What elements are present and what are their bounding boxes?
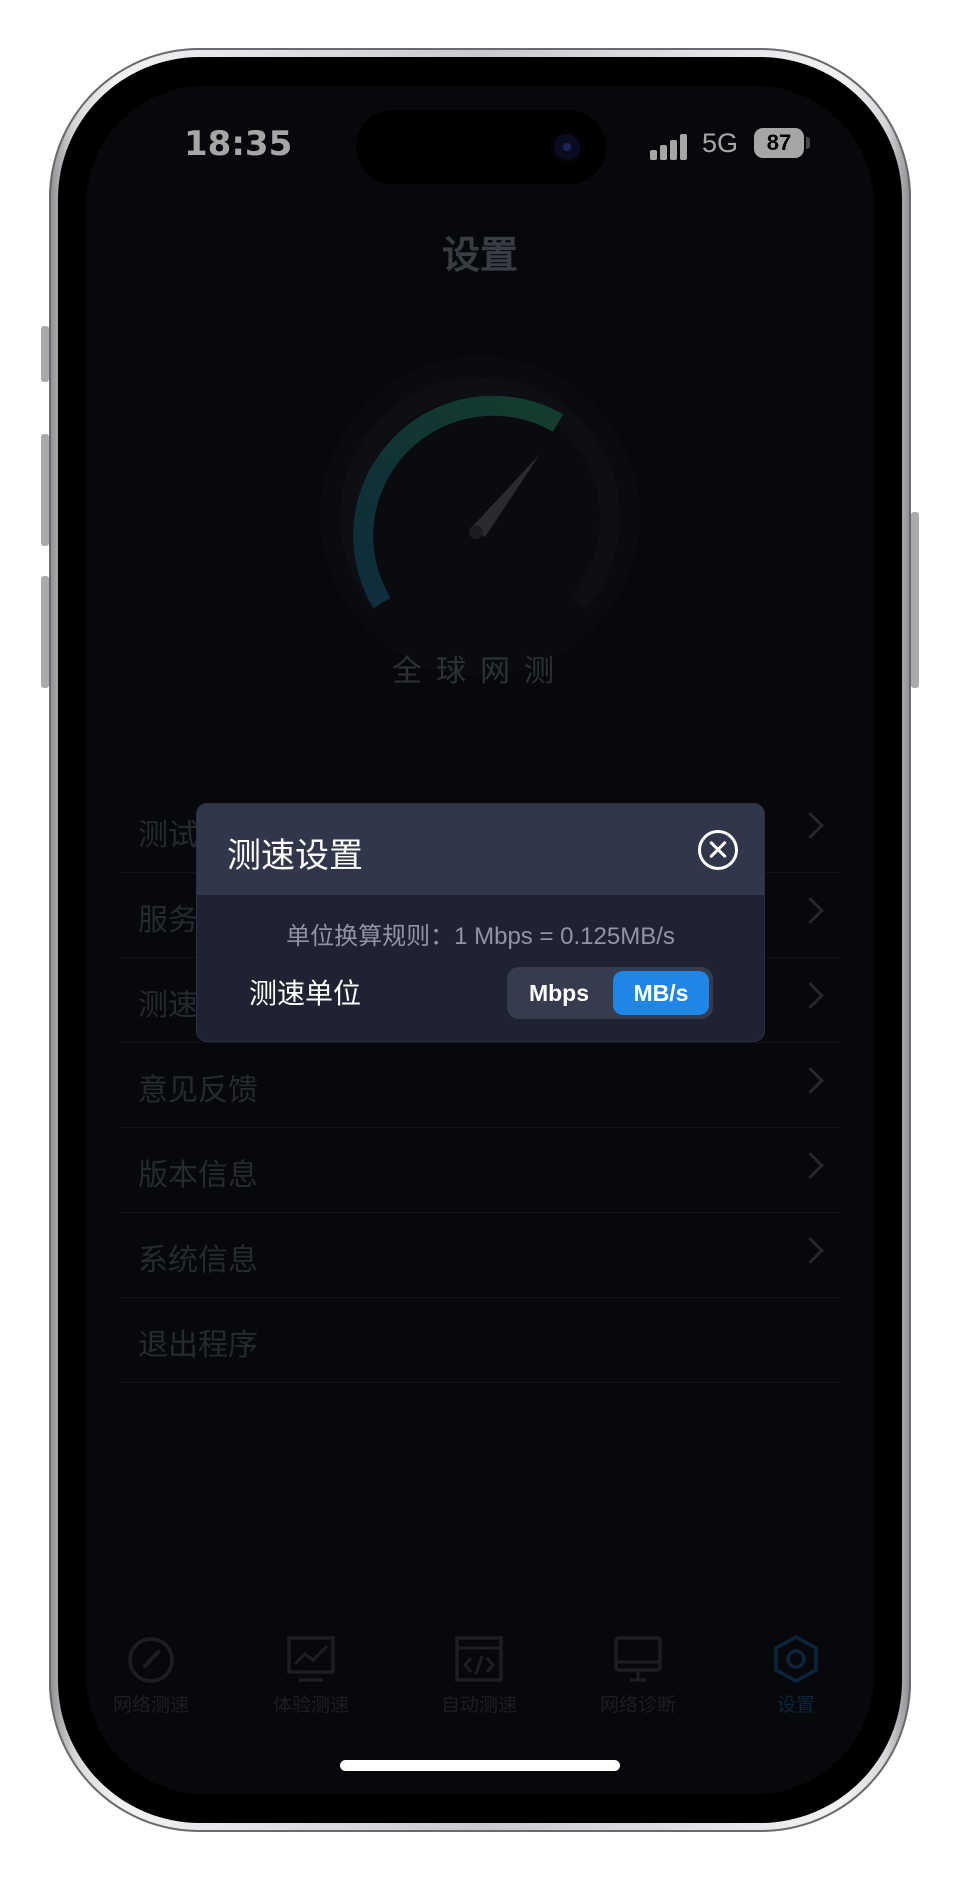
dialog-header: 测速设置: [197, 804, 764, 895]
volume-down-button: [41, 576, 49, 688]
close-icon[interactable]: [698, 830, 738, 870]
screen: 18:35 5G 87 设置 全球网测 测试 服务 测速 意见反馈 版本信息 系…: [86, 86, 874, 1794]
home-indicator[interactable]: [340, 1760, 620, 1771]
dialog-title: 测速设置: [227, 836, 363, 876]
unit-option-mbps[interactable]: Mbps: [511, 971, 607, 1015]
power-button: [911, 512, 919, 688]
speed-settings-dialog: 测速设置 单位换算规则：1 Mbps = 0.125MB/s 测速单位 Mbps…: [197, 804, 764, 1041]
speed-unit-label: 测速单位: [249, 977, 362, 1010]
unit-segmented-control: Mbps MB/s: [507, 967, 713, 1019]
unit-option-mb-per-s[interactable]: MB/s: [613, 971, 709, 1015]
action-button: [41, 326, 49, 382]
volume-up-button: [41, 434, 49, 546]
unit-conversion-rule: 单位换算规则：1 Mbps = 0.125MB/s: [286, 923, 675, 950]
